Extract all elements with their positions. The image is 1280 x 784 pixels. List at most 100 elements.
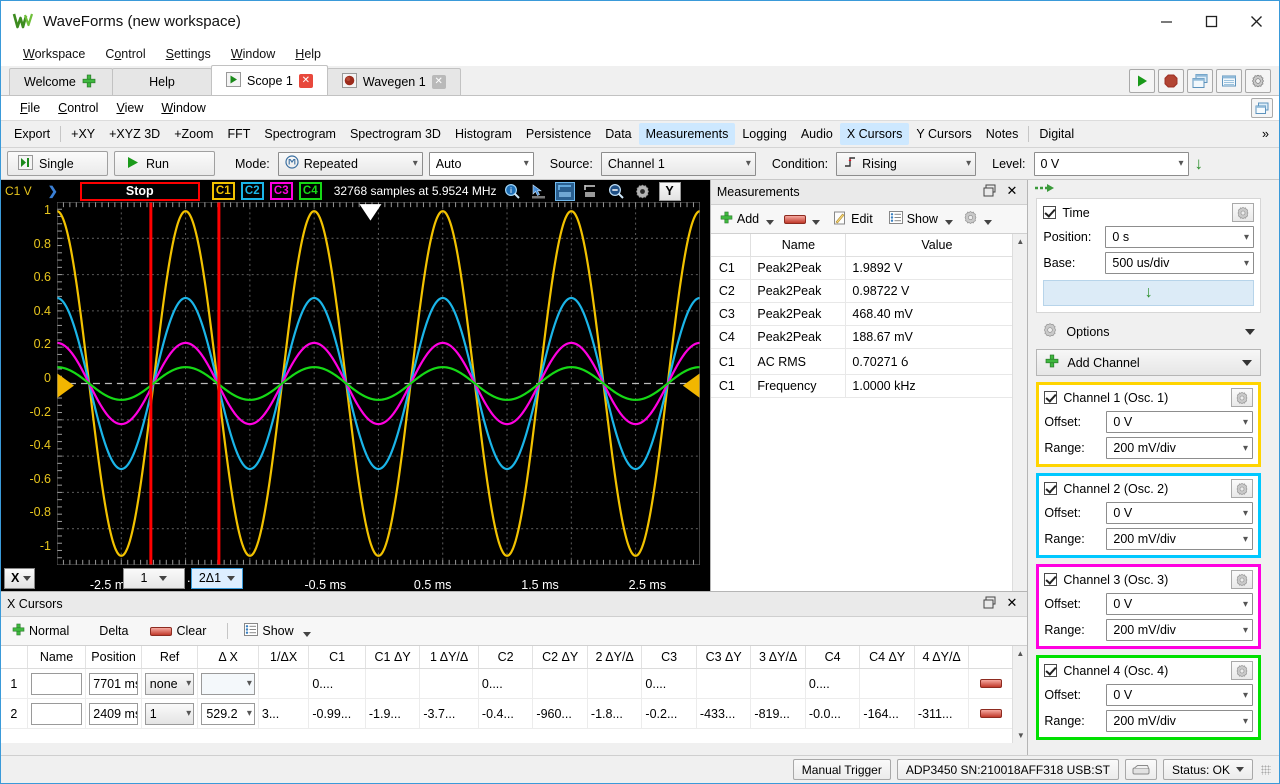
tile-windows-icon[interactable] [1187, 69, 1213, 93]
menu-help[interactable]: Help [285, 45, 331, 63]
menu-window[interactable]: Window [221, 45, 285, 63]
ribbon-spectrogram-3d[interactable]: Spectrogram 3D [343, 123, 448, 145]
clear-cursors-button[interactable]: Clear [147, 622, 209, 640]
eraser-icon[interactable] [980, 679, 1002, 688]
x-cursors-scrollbar[interactable]: ▲ ▼ [1012, 646, 1027, 743]
ribbon-overflow-icon[interactable]: » [1255, 123, 1279, 145]
add-normal-cursor-button[interactable]: Normal [9, 621, 72, 641]
cursor-position-input[interactable]: 7701 ms [86, 669, 142, 699]
table-row[interactable]: 17701 msnone▾▾0....0....0....0.... [1, 669, 1014, 699]
fit-horizontal-icon[interactable] [555, 182, 575, 201]
channel-1-gear-icon[interactable] [1231, 388, 1253, 407]
tab-wavegen-1-close-icon[interactable]: ✕ [432, 75, 446, 89]
tab-welcome[interactable]: Welcome [9, 68, 113, 95]
menu-settings[interactable]: Settings [156, 45, 221, 63]
scope-menu-control[interactable]: Control [49, 99, 107, 117]
clear-measurement-icon[interactable] [784, 215, 806, 224]
manual-trigger-button[interactable]: Manual Trigger [793, 759, 891, 780]
maximize-button[interactable] [1189, 1, 1234, 41]
scope-menu-file[interactable]: File [11, 99, 49, 117]
ribbon-histogram[interactable]: Histogram [448, 123, 519, 145]
table-row[interactable]: C1AC RMS0.70271 ỽ [711, 349, 1028, 375]
cursor-dx-select-field[interactable]: ▾ [201, 673, 255, 695]
channel-1-range-select[interactable]: 200 mV/div▾ [1106, 437, 1253, 459]
ribbon-export[interactable]: Export [7, 123, 57, 145]
auto-select[interactable]: Auto ▾ [429, 152, 534, 176]
table-row[interactable]: C1Frequency1.0000 kHz [711, 375, 1028, 398]
undock-icon[interactable] [983, 596, 996, 612]
align-left-icon[interactable] [581, 182, 601, 201]
clear-dropdown-icon[interactable] [812, 220, 820, 225]
add-delta-cursor-button[interactable]: Delta [96, 622, 131, 640]
channel-4-checkbox[interactable] [1044, 664, 1057, 677]
table-row[interactable]: C1Peak2Peak1.9892 V [711, 257, 1028, 280]
ribbon-audio[interactable]: Audio [794, 123, 840, 145]
oscilloscope-plot[interactable]: 10.80.60.40.20-0.2-0.4-0.6-0.8-1 [1, 202, 710, 565]
measurements-scrollbar[interactable]: ▲ [1012, 234, 1027, 591]
delete-cursor-button[interactable] [969, 669, 1014, 699]
ribbon-digital[interactable]: Digital [1032, 123, 1081, 145]
edit-measurement-button[interactable]: Edit [830, 209, 876, 230]
mode-select[interactable]: Repeated ▾ [278, 152, 423, 176]
scroll-up-icon[interactable]: ▲ [1013, 646, 1027, 661]
channel-3-offset-select[interactable]: 0 V▾ [1106, 593, 1253, 615]
ribbon-xyz3d[interactable]: +XYZ 3D [102, 123, 167, 145]
run-icon[interactable] [1129, 69, 1155, 93]
ribbon-notes[interactable]: Notes [979, 123, 1026, 145]
scope-menu-view[interactable]: View [107, 99, 152, 117]
table-row[interactable]: C2Peak2Peak0.98722 V [711, 280, 1028, 303]
show-cursors-button[interactable]: Show [241, 621, 296, 641]
run-button[interactable]: Run [114, 151, 215, 176]
channel-2-range-select[interactable]: 200 mV/div▾ [1106, 528, 1253, 550]
cursor-position-input-field[interactable]: 2409 ms [89, 703, 138, 725]
channel-4-gear-icon[interactable] [1231, 661, 1253, 680]
channel-2-checkbox[interactable] [1044, 482, 1057, 495]
status-indicator[interactable]: Status: OK [1163, 759, 1253, 780]
device-icon[interactable] [1125, 759, 1157, 780]
delete-cursor-button[interactable] [969, 699, 1014, 729]
channel-4-offset-select[interactable]: 0 V▾ [1106, 684, 1253, 706]
cursor-dx-select[interactable]: 529.2 us▾ [198, 699, 259, 729]
base-select[interactable]: 500 us/div ▾ [1105, 252, 1254, 274]
tab-wavegen-1[interactable]: Wavegen 1 ✕ [327, 68, 461, 95]
table-row[interactable]: 22409 ms1▾529.2 us▾3...-0.99...-1.9...-3… [1, 699, 1014, 729]
cursor-dx-select[interactable]: ▾ [198, 669, 259, 699]
expand-arrow-icon[interactable]: ❯ [48, 184, 58, 198]
ribbon-x-cursors[interactable]: X Cursors [840, 123, 910, 145]
close-icon[interactable]: ✕ [1006, 596, 1017, 612]
ribbon-persistence[interactable]: Persistence [519, 123, 598, 145]
source-select[interactable]: Channel 1 ▾ [601, 152, 756, 176]
ribbon-logging[interactable]: Logging [735, 123, 794, 145]
condition-select[interactable]: Rising ▾ [836, 152, 976, 176]
undock-icon[interactable] [983, 184, 996, 200]
settings-dropdown-icon[interactable] [984, 220, 992, 225]
collapse-arrow-icon[interactable] [1034, 182, 1056, 197]
cursor-ref-select-field[interactable]: 1▾ [145, 703, 195, 725]
device-info-box[interactable]: ADP3450 SN:210018AFF318 USB:ST [897, 759, 1119, 780]
scroll-up-icon[interactable]: ▲ [1013, 234, 1027, 249]
channel-3-checkbox[interactable] [1044, 573, 1057, 586]
cursor-ref-select[interactable]: none▾ [141, 669, 198, 699]
options-row[interactable]: Options [1036, 319, 1261, 344]
tab-scope-1[interactable]: Scope 1 ✕ [211, 65, 328, 95]
stop-status-button[interactable]: Stop [80, 182, 200, 201]
cursor-ref-select-field[interactable]: none▾ [145, 673, 195, 695]
channel-4-range-select[interactable]: 200 mV/div▾ [1106, 710, 1253, 732]
gear-icon[interactable] [633, 182, 653, 201]
channel-2-gear-icon[interactable] [1231, 479, 1253, 498]
resize-grip[interactable] [1261, 765, 1271, 775]
time-checkbox[interactable] [1043, 206, 1056, 219]
zoom-out-icon[interactable] [607, 182, 627, 201]
cursor-name-input-field[interactable] [31, 703, 83, 725]
cursor-name-input-field[interactable] [31, 673, 83, 695]
window-restore-icon[interactable] [1251, 98, 1273, 118]
show-measurement-button[interactable]: Show [886, 209, 941, 229]
close-button[interactable] [1234, 1, 1279, 41]
table-row[interactable]: C3Peak2Peak468.40 mV [711, 303, 1028, 326]
ribbon-xy[interactable]: +XY [64, 123, 102, 145]
ribbon-measurements[interactable]: Measurements [639, 123, 736, 145]
cursor-dx-select-field[interactable]: 529.2 us▾ [201, 703, 255, 725]
settings-gear-icon[interactable] [1245, 69, 1271, 93]
zoom-info-icon[interactable]: i [503, 182, 523, 201]
ribbon-fft[interactable]: FFT [220, 123, 257, 145]
